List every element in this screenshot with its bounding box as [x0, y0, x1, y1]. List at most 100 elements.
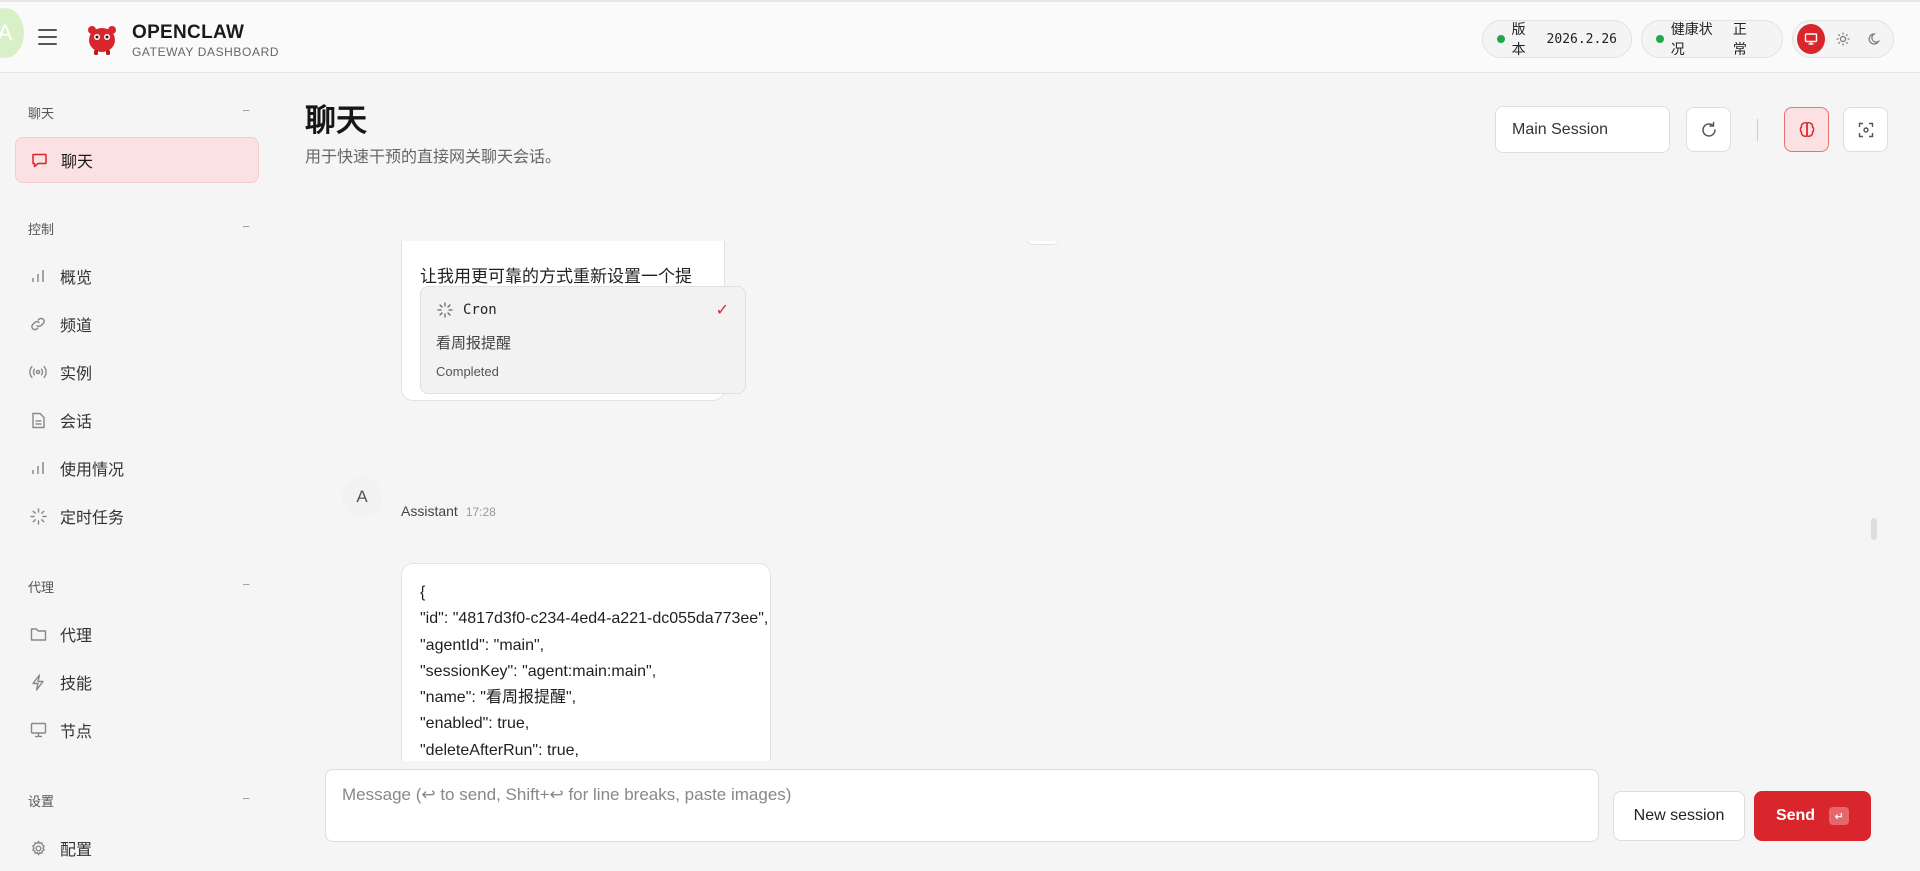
version-label: 版本	[1511, 21, 1526, 57]
sidebar-item-skills[interactable]: 技能	[15, 659, 259, 705]
sidebar-item-sessions[interactable]: 会话	[15, 397, 259, 443]
sidebar: 聊天 − 聊天 控制 − 概览 频道 实例 会话 使用情况 定时任务 代理 − …	[0, 73, 274, 871]
health-value: 正常	[1732, 21, 1747, 57]
user-avatar[interactable]: A	[0, 8, 24, 58]
focus-icon	[1858, 122, 1873, 137]
json-line: "name": "看周报提醒",	[420, 689, 577, 707]
assistant-message: 让我用更可靠的方式重新设置一个提醒： Cron ✓ 看周报提醒 Complete…	[401, 241, 746, 401]
main-panel: 聊天 用于快速干预的直接网关聊天会话。 Main Session 让我用更可靠的…	[274, 73, 1920, 871]
json-line: "sessionKey": "agent:main:main",	[420, 662, 657, 680]
message-time: 17:28	[465, 505, 496, 519]
assistant-avatar: A	[342, 477, 382, 517]
sidebar-item-nodes[interactable]: 节点	[15, 707, 259, 753]
page-title: 聊天	[305, 103, 367, 138]
sidebar-group-agents[interactable]: 代理 −	[28, 577, 250, 596]
lightning-icon	[29, 673, 47, 691]
check-icon: ✓	[715, 302, 729, 319]
sidebar-item-label: 频道	[60, 318, 93, 335]
sidebar-item-channels[interactable]: 频道	[15, 301, 259, 347]
sidebar-item-label: 概览	[60, 270, 93, 287]
send-label: Send	[1775, 807, 1816, 824]
sidebar-item-label: 使用情况	[60, 462, 125, 479]
menu-toggle-icon[interactable]	[38, 29, 57, 45]
status-dot-icon	[1656, 35, 1664, 43]
sidebar-item-agents[interactable]: 代理	[15, 611, 259, 657]
status-dot-icon	[1497, 35, 1505, 43]
json-line: "enabled": true,	[420, 715, 530, 733]
moon-icon	[1868, 33, 1881, 45]
tool-call-card[interactable]: Cron ✓ 看周报提醒 Completed	[420, 286, 746, 394]
refresh-button[interactable]	[1686, 107, 1731, 152]
tool-name: Cron	[463, 302, 497, 318]
sidebar-item-cron[interactable]: 定时任务	[15, 493, 259, 539]
sidebar-item-label: 聊天	[61, 154, 94, 171]
version-value: 2026.2.26	[1546, 31, 1617, 47]
chat-thread[interactable]: 让我用更可靠的方式重新设置一个提醒： Cron ✓ 看周报提醒 Complete…	[274, 241, 1920, 761]
json-line: "deleteAfterRun": true,	[420, 741, 579, 759]
brand-subtitle: GATEWAY DASHBOARD	[132, 45, 280, 59]
sidebar-group-label: 代理	[28, 580, 55, 595]
sidebar-group-label: 设置	[28, 794, 55, 809]
json-line: {	[420, 584, 426, 601]
theme-system-button[interactable]	[1797, 24, 1825, 54]
sidebar-item-config[interactable]: 配置	[15, 825, 259, 871]
new-session-button[interactable]: New session	[1613, 791, 1745, 841]
refresh-icon	[1701, 121, 1716, 137]
sidebar-item-label: 实例	[60, 366, 93, 383]
sender-name: Assistant	[401, 503, 458, 519]
collapse-icon[interactable]: −	[242, 791, 250, 810]
message-json-content: { "id": "4817d3f0-c234-4ed4-a221-dc055da7…	[420, 580, 768, 761]
sidebar-group-control[interactable]: 控制 −	[28, 219, 250, 238]
sidebar-item-overview[interactable]: 概览	[15, 253, 259, 299]
monitor-icon	[29, 721, 47, 739]
sidebar-group-settings[interactable]: 设置 −	[28, 791, 250, 810]
loader-icon	[29, 507, 47, 525]
message-action-tab[interactable]	[1026, 241, 1060, 245]
link-icon	[29, 315, 47, 333]
chat-bubble-icon	[30, 151, 48, 169]
collapse-icon[interactable]: −	[242, 577, 250, 596]
sidebar-item-label: 定时任务	[60, 510, 125, 527]
sidebar-item-label: 节点	[60, 724, 93, 741]
assistant-message: { "id": "4817d3f0-c234-4ed4-a221-dc055da7…	[401, 563, 771, 761]
sidebar-item-chat[interactable]: 聊天	[15, 137, 259, 183]
bar-chart-icon	[29, 267, 47, 285]
sidebar-item-label: 代理	[60, 628, 93, 645]
sidebar-group-label: 控制	[28, 222, 55, 237]
session-select[interactable]: Main Session	[1495, 106, 1670, 153]
focus-mode-button[interactable]	[1843, 107, 1888, 152]
sidebar-group-label: 聊天	[28, 106, 55, 121]
health-label: 健康状况	[1670, 21, 1713, 57]
toolbar-divider	[1757, 119, 1758, 141]
sidebar-item-usage[interactable]: 使用情况	[15, 445, 259, 491]
sidebar-item-label: 会话	[60, 414, 93, 431]
collapse-icon[interactable]: −	[242, 219, 250, 238]
json-line: "id": "4817d3f0-c234-4ed4-a221-dc055da77…	[420, 610, 769, 628]
health-badge: 健康状况 正常	[1641, 20, 1783, 58]
top-bar: A OPENCLAW GATEWAY DASHBOARD 版本 2026.2.2…	[0, 0, 1920, 73]
sidebar-item-label: 技能	[60, 676, 93, 693]
sidebar-item-instances[interactable]: 实例	[15, 349, 259, 395]
theme-light-button[interactable]	[1829, 24, 1857, 54]
app-root: A OPENCLAW GATEWAY DASHBOARD 版本 2026.2.2…	[0, 0, 1920, 871]
chat-scrollbar[interactable]	[1871, 518, 1877, 540]
brain-icon	[1799, 121, 1814, 137]
monitor-icon	[1804, 33, 1818, 45]
sun-icon	[1836, 32, 1850, 46]
brand-title: OPENCLAW	[132, 22, 245, 43]
bar-chart-icon	[29, 459, 47, 477]
openclaw-logo-icon	[88, 26, 116, 55]
thinking-toggle-button[interactable]	[1784, 107, 1829, 152]
version-badge: 版本 2026.2.26	[1482, 20, 1632, 58]
tool-status: Completed	[436, 364, 499, 379]
theme-switcher	[1792, 20, 1894, 58]
tool-description: 看周报提醒	[436, 335, 512, 352]
sidebar-group-chat[interactable]: 聊天 −	[28, 103, 250, 122]
enter-key-icon: ↵	[1829, 807, 1850, 825]
send-button[interactable]: Send ↵	[1754, 791, 1871, 841]
sidebar-item-label: 配置	[60, 842, 93, 859]
document-icon	[29, 411, 47, 429]
theme-dark-button[interactable]	[1861, 24, 1889, 54]
collapse-icon[interactable]: −	[242, 103, 250, 122]
message-input[interactable]: Message (↩ to send, Shift+↩ for line bre…	[325, 769, 1599, 842]
